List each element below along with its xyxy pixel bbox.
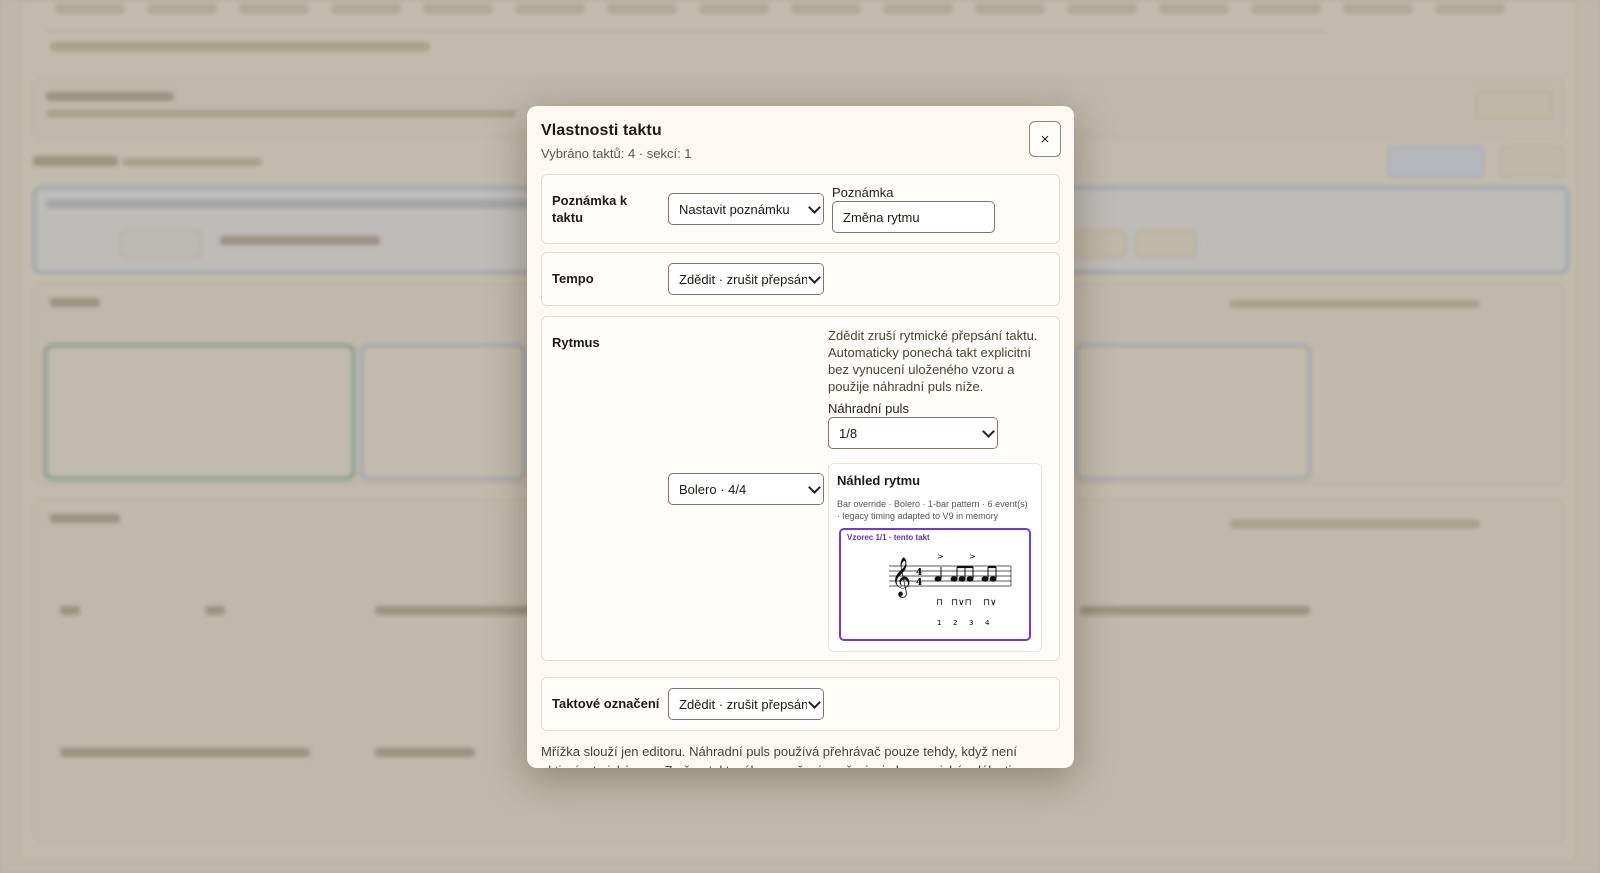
tempo-select[interactable]: Zdědit · zrušit přepsání: [668, 263, 824, 295]
close-icon: ×: [1040, 130, 1050, 148]
rhythm-preview-title: Náhled rytmu: [837, 473, 921, 488]
dialog-footer-note: Mřížka slouží jen editoru. Náhradní puls…: [541, 744, 1017, 768]
note-mode-select[interactable]: Nastavit poznámku: [668, 193, 824, 225]
stroke-marks: ⊓∨: [983, 598, 997, 608]
rhythm-notation: 𝄞 4 4 > > ⊓ ⊓∨⊓ ⊓∨ 1 2 3 4: [889, 552, 1012, 627]
beat-number: 1: [937, 619, 941, 627]
time-signature-top: 4: [916, 568, 922, 578]
note-mode-value: Nastavit poznámku: [679, 201, 790, 217]
tempo-section: Tempo Zdědit · zrušit přepsání: [541, 252, 1060, 306]
fallback-pulse-label: Náhradní puls: [828, 401, 909, 416]
treble-clef-icon: 𝄞: [891, 557, 911, 598]
beat-number: 2: [953, 619, 957, 627]
tempo-value: Zdědit · zrušit přepsání: [679, 271, 812, 287]
time-signature-bottom: 4: [916, 578, 922, 588]
rhythm-value: Bolero · 4/4: [679, 481, 747, 497]
time-signature-section-label: Taktové označení: [552, 696, 660, 711]
dialog-subtitle: Vybráno taktů: 4 · sekcí: 1: [541, 146, 692, 161]
close-button[interactable]: ×: [1029, 121, 1061, 157]
accent-mark: >: [969, 552, 976, 561]
time-signature-section: Taktové označení Zdědit · zrušit přepsán…: [541, 677, 1060, 731]
rhythm-section: Rytmus Bolero · 4/4 Zdědit zruší rytmick…: [541, 316, 1060, 661]
beat-number: 3: [969, 619, 973, 627]
rhythm-preview-meta: Bar override · Bolero · 1-bar pattern · …: [837, 499, 1028, 521]
rhythm-section-label: Rytmus: [552, 335, 600, 350]
stroke-marks: ⊓: [936, 598, 943, 608]
time-signature-select[interactable]: Zdědit · zrušit přepsání: [668, 688, 824, 720]
note-text-input[interactable]: Změna rytmu: [832, 201, 995, 233]
note-section: Poznámka k taktu Nastavit poznámku Pozná…: [541, 174, 1060, 244]
stroke-marks: ⊓∨⊓: [951, 598, 972, 608]
rhythm-help-text: Zdědit zruší rytmické přepsání taktu. Au…: [828, 328, 1038, 394]
note-text-value: Změna rytmu: [843, 209, 920, 225]
beat-number: 4: [985, 619, 990, 627]
fallback-pulse-value: 1/8: [839, 425, 858, 441]
tempo-section-label: Tempo: [552, 271, 594, 286]
dialog-title: Vlastnosti taktu: [541, 122, 662, 139]
rhythm-select[interactable]: Bolero · 4/4: [668, 473, 824, 505]
bar-properties-dialog: Vlastnosti taktu Vybráno taktů: 4 · sekc…: [527, 106, 1074, 768]
pattern-card[interactable]: Vzorec 1/1 · tento takt 𝄞 4 4 > > ⊓ ⊓∨⊓ …: [839, 528, 1031, 641]
rhythm-preview: Náhled rytmu Bar override · Bolero · 1-b…: [828, 463, 1042, 652]
note-field-label: Poznámka: [832, 185, 894, 200]
accent-mark: >: [937, 552, 944, 561]
note-section-label: Poznámka k taktu: [552, 193, 628, 225]
fallback-pulse-select[interactable]: 1/8: [828, 417, 998, 449]
time-signature-value: Zdědit · zrušit přepsání: [679, 696, 812, 712]
